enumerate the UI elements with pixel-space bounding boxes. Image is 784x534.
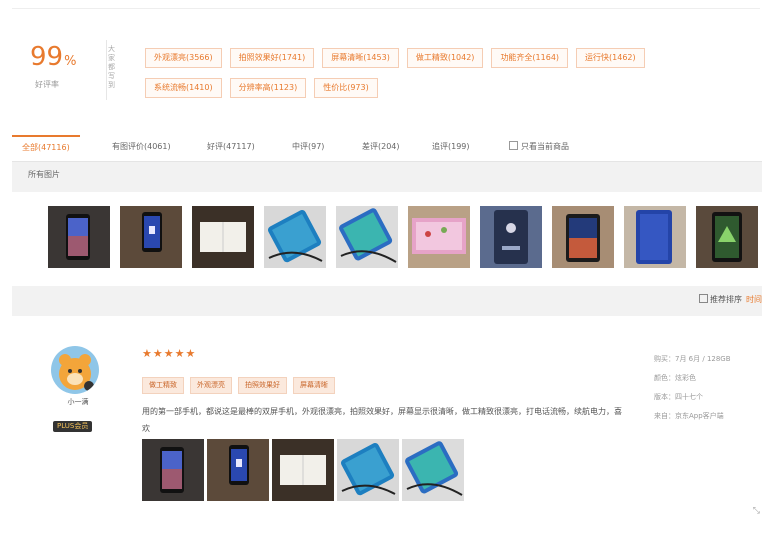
review-photo-thumb[interactable] [192,206,254,268]
current-product-only-toggle[interactable]: 只看当前商品 [509,135,569,160]
impression-tag[interactable]: 拍照效果好(1741) [229,48,315,68]
purchase-info-line: 购买：7月 6月 / 128GB [654,355,731,363]
review-tag: 屏幕清晰 [293,377,335,394]
impression-tag[interactable]: 性价比(973) [314,78,378,98]
review-tag: 拍照效果好 [238,377,287,394]
impression-tag[interactable]: 做工精致(1042) [406,48,484,68]
tab-positive[interactable]: 好评(47117) [207,135,255,160]
review-tag: 外观漂亮 [190,377,232,394]
good-rate-score: 99% [30,42,77,72]
sort-options: 推荐排序 时间 [699,294,762,305]
review-photo-thumb[interactable] [624,206,686,268]
purchase-info-line: 版本：四十七个 [654,393,703,401]
impression-tag[interactable]: 运行快(1462) [576,48,645,68]
review-tag: 做工精致 [142,377,184,394]
good-rate-label: 好评率 [35,80,59,89]
impression-tag[interactable]: 功能齐全(1164) [491,48,569,68]
all-pictures-label[interactable]: 所有图片 [28,170,60,179]
time-sort-link[interactable]: 时间 [746,295,762,304]
impression-tags: 外观漂亮(3566) 拍照效果好(1741) 屏幕清晰(1453) 做工精致(1042… [145,45,705,105]
review-text: 用的第一部手机，都说这是最棒的双屏手机，外观很漂亮，拍照效果好，屏幕显示很清晰，… [142,407,622,433]
review-photo-thumb[interactable] [408,206,470,268]
impression-tag[interactable]: 分辨率高(1123) [229,78,307,98]
purchase-info-line: 颜色：炫彩色 [654,374,696,382]
impression-tag[interactable]: 外观漂亮(3566) [145,48,222,68]
all-pictures-bar: 所有图片 [12,162,762,192]
review-photo-thumb[interactable] [336,206,398,268]
tab-follow-up[interactable]: 追评(199) [432,135,470,160]
recommended-sort-option[interactable]: 推荐排序 [710,295,742,304]
review-photo-thumb[interactable] [264,206,326,268]
checkbox-icon[interactable] [509,141,518,150]
sort-bar: 推荐排序 时间 [12,286,762,316]
review-photo[interactable] [402,439,464,501]
impression-tag[interactable]: 系统流畅(1410) [145,78,222,98]
impression-label: 大家都写到 [108,45,115,89]
star-rating: ★★★★★ [142,347,197,360]
review-photo-thumb[interactable] [120,206,182,268]
impression-tag[interactable]: 屏幕清晰(1453) [322,48,399,68]
checkbox-icon[interactable] [699,294,708,303]
review-photo-thumb[interactable] [480,206,542,268]
review-photo-thumb[interactable] [48,206,110,268]
review-photo[interactable] [272,439,334,501]
review-photo-thumb[interactable] [552,206,614,268]
avatar[interactable] [51,346,99,394]
purchase-info: 购买：7月 6月 / 128GB 颜色：炫彩色 版本：四十七个来自：京东App客户端 [654,350,731,426]
tab-neutral[interactable]: 中评(97) [292,135,324,160]
tab-all[interactable]: 全部(47116) [12,135,80,160]
review-photo[interactable] [142,439,204,501]
review-photo[interactable] [207,439,269,501]
tab-with-pictures[interactable]: 有图评价(4061) [112,135,171,160]
rating-summary: 99% 好评率 [30,44,90,90]
reviewer-name[interactable]: 小一满 [58,397,98,407]
top-divider [12,8,760,9]
review-photo-thumb[interactable] [696,206,758,268]
review-photos [142,439,482,501]
review-tags: 做工精致 外观漂亮 拍照效果好 屏幕清晰 [142,372,341,394]
member-badge: PLUS会员 [53,421,93,432]
picture-strip [48,206,768,272]
review-filter-tabs: 全部(47116) 有图评价(4061) 好评(47117) 中评(97) 差评… [12,135,762,162]
summary-divider [106,40,107,100]
resize-handle-icon: ⤡ [752,506,760,516]
purchase-info-line: 来自：京东App客户端 [654,412,724,420]
tab-negative[interactable]: 差评(204) [362,135,400,160]
review-photo[interactable] [337,439,399,501]
